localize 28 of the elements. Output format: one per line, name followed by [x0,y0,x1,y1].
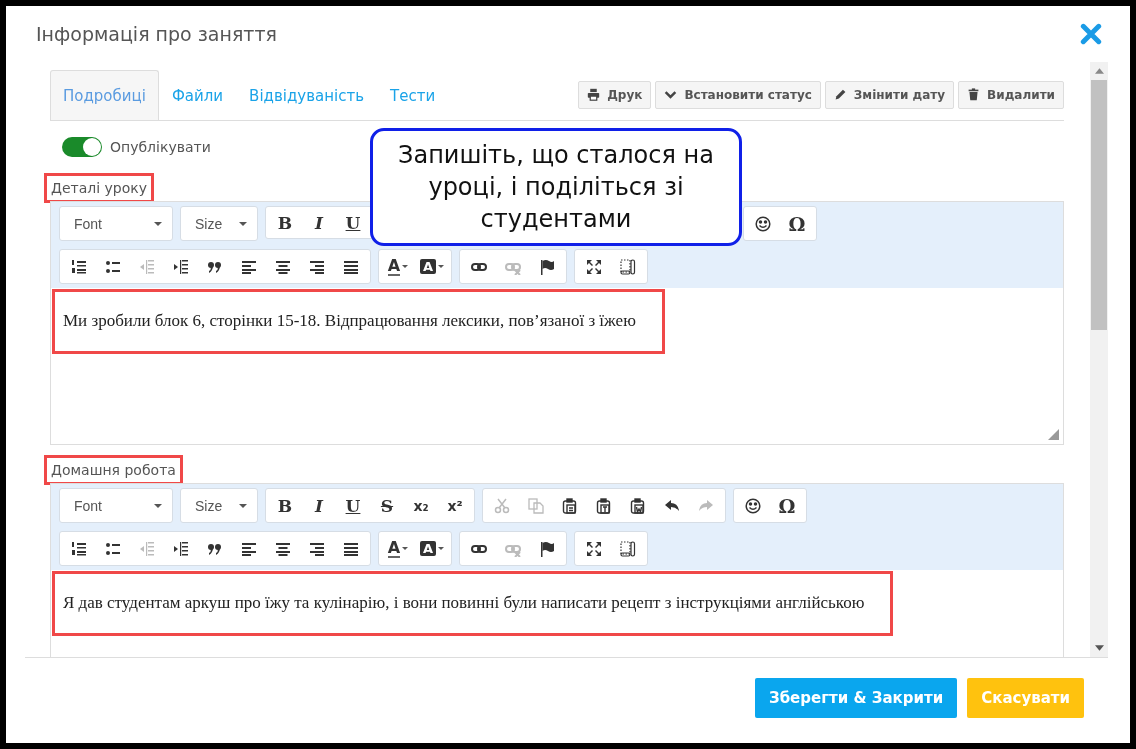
callout-bubble: Запишіть, що сталося на уроці, і поділіться зі студентами [370,128,742,246]
strike-button[interactable]: S [370,490,404,521]
omega-button[interactable]: Ω [770,490,804,521]
text-color-button[interactable]: A [381,533,415,564]
italic-button[interactable]: I [302,490,336,521]
superscript-button[interactable]: x² [438,490,472,521]
action-button[interactable]: Видалити [958,80,1064,109]
bg-color-button[interactable]: A [415,533,449,564]
action-button[interactable]: Змінити дату [824,80,955,109]
publish-label: Опублікувати [110,139,211,155]
italic-button[interactable]: I [302,207,336,238]
bold-button[interactable]: B [268,207,302,238]
dropdown[interactable]: Font [62,490,170,521]
dropdown[interactable]: Font [62,208,170,239]
editor-text: Ми зробили блок 6, сторінки 15-18. Відпрацювання лексики, пов’язаної з їжею [52,289,665,354]
text-color-button[interactable]: A [381,251,415,282]
underline-button[interactable]: U [336,207,370,238]
bg-color-button[interactable]: A [415,251,449,282]
omega-button[interactable]: Ω [780,208,814,239]
dropdown[interactable]: Size [183,490,255,521]
dropdown[interactable]: Size [183,208,255,239]
underline-button[interactable]: U [336,490,370,521]
dialog-title: Інформація про заняття [36,23,277,45]
bold-button[interactable]: B [268,490,302,521]
editor-text: Я дав студентам аркуш про їжу та кулінарію, і вони повинні були написати рецепт з інструкціями англійською [52,571,894,636]
subscript-button[interactable]: x₂ [404,490,438,521]
action-button[interactable]: Друк [578,80,652,109]
action-button[interactable]: Встановити статус [655,80,821,109]
